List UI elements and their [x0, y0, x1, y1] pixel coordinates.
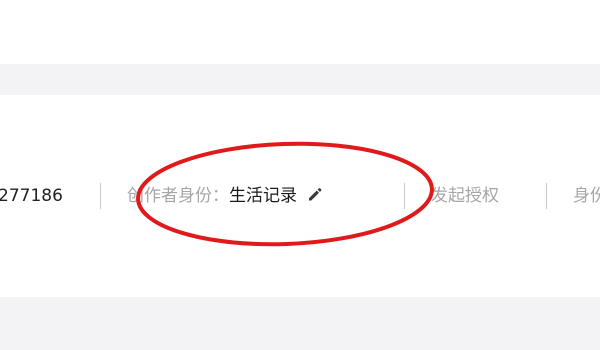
creator-identity: 创作者身份：生活记录	[127, 182, 324, 210]
initiate-authorization-link[interactable]: 发起授权	[431, 182, 499, 210]
creator-identity-label: 创作者身份：	[127, 186, 229, 206]
identity-item-truncated: 身份	[573, 186, 600, 206]
creator-identity-value: 生活记录	[229, 186, 297, 206]
pencil-icon[interactable]	[306, 184, 324, 202]
divider	[546, 183, 547, 209]
top-panel	[0, 0, 600, 64]
divider	[404, 183, 405, 209]
divider	[100, 183, 101, 209]
profile-page: 277186 创作者身份：生活记录 发起授权 身份	[0, 0, 600, 350]
profile-info-row: 277186 创作者身份：生活记录 发起授权 身份	[0, 182, 600, 210]
uid-value: 277186	[0, 186, 63, 206]
